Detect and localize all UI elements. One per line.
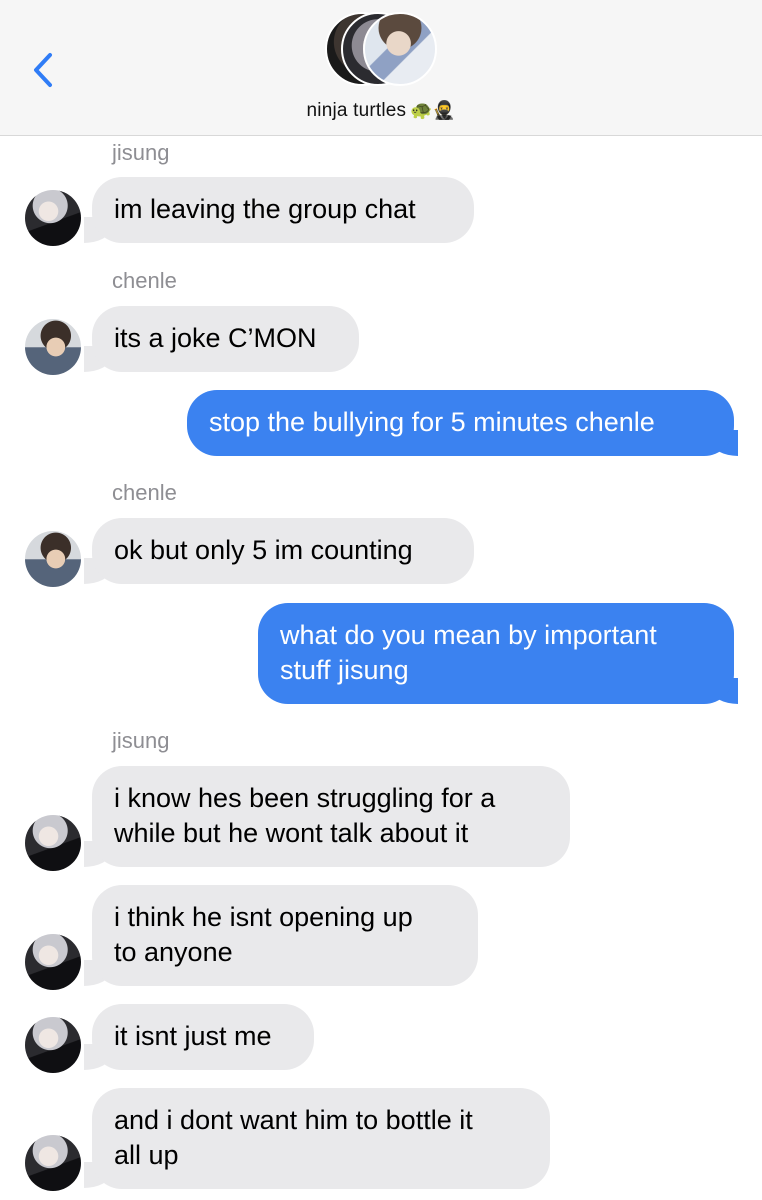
incoming-message-bubble[interactable]: im leaving the group chat — [92, 177, 474, 243]
group-name[interactable]: ninja turtles 🐢🥷 — [0, 100, 762, 122]
message-text-line: what do you mean by important — [280, 620, 657, 650]
incoming-message-bubble[interactable]: and i dont want him to bottle it all up — [92, 1088, 550, 1189]
message-text-line: and i dont want him to bottle it — [114, 1105, 473, 1135]
sender-name: jisung — [112, 140, 170, 165]
back-chevron-icon[interactable] — [28, 50, 58, 90]
group-avatar-stack[interactable] — [325, 12, 440, 90]
sender-name: chenle — [112, 480, 177, 505]
member-avatar — [363, 12, 437, 86]
message-text-line: stuff jisung — [280, 655, 409, 685]
group-name-emoji: 🐢🥷 — [410, 100, 456, 121]
sender-name: jisung — [112, 728, 170, 753]
message-text: it isnt just me — [114, 1021, 272, 1051]
jisung-avatar[interactable] — [25, 815, 81, 871]
jisung-avatar[interactable] — [25, 934, 81, 990]
message-text-line: i think he isnt opening up — [114, 902, 413, 932]
incoming-message-bubble[interactable]: it isnt just me — [92, 1004, 314, 1070]
jisung-avatar[interactable] — [25, 1135, 81, 1191]
conversation-header: ninja turtles 🐢🥷 — [0, 0, 762, 136]
outgoing-message-bubble[interactable]: stop the bullying for 5 minutes chenle — [187, 390, 734, 456]
message-text-line: i know hes been struggling for a — [114, 783, 496, 813]
incoming-message-bubble[interactable]: i know hes been struggling for a while b… — [92, 766, 570, 867]
outgoing-message-bubble[interactable]: what do you mean by important stuff jisu… — [258, 603, 734, 704]
sender-name: chenle — [112, 268, 177, 293]
incoming-message-bubble[interactable]: ok but only 5 im counting — [92, 518, 474, 584]
group-name-text: ninja turtles — [306, 100, 407, 121]
jisung-avatar[interactable] — [25, 190, 81, 246]
chenle-avatar[interactable] — [25, 531, 81, 587]
incoming-message-bubble[interactable]: its a joke C’MON — [92, 306, 359, 372]
message-text-line: to anyone — [114, 937, 233, 967]
message-text: im leaving the group chat — [114, 194, 416, 224]
incoming-message-bubble[interactable]: i think he isnt opening up to anyone — [92, 885, 478, 986]
chenle-avatar[interactable] — [25, 319, 81, 375]
message-text-line: while but he wont talk about it — [114, 818, 469, 848]
message-text-line: all up — [114, 1140, 179, 1170]
jisung-avatar[interactable] — [25, 1017, 81, 1073]
message-text: ok but only 5 im counting — [114, 535, 413, 565]
message-text: stop the bullying for 5 minutes chenle — [209, 407, 655, 437]
message-text: its a joke C’MON — [114, 323, 317, 353]
